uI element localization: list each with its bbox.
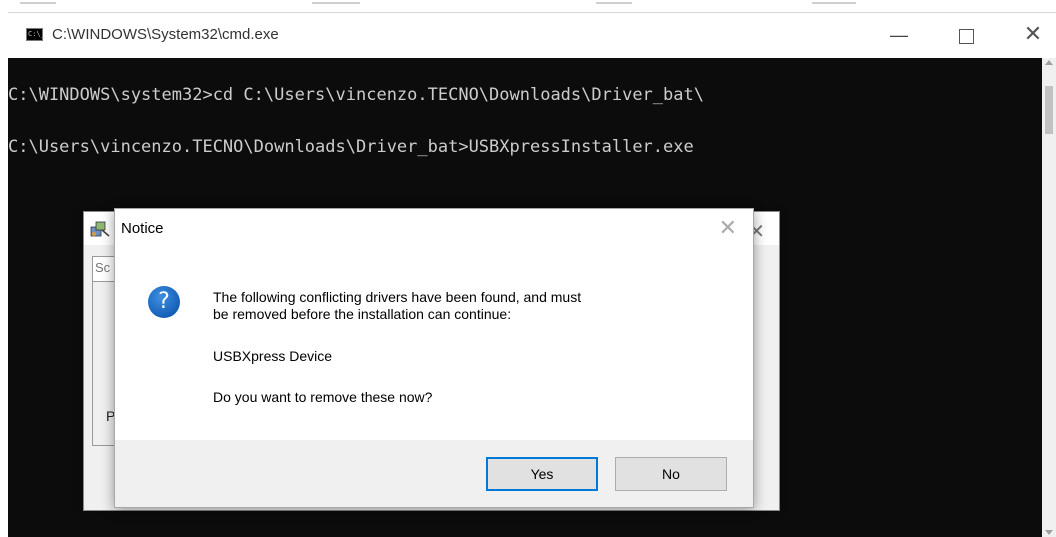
background-decoration <box>812 2 856 4</box>
notice-title: Notice <box>121 220 164 237</box>
scroll-up-icon[interactable] <box>1045 60 1053 65</box>
console-line: C:\Users\vincenzo.TECNO\Downloads\Driver… <box>8 137 694 157</box>
installer-icon <box>90 221 110 237</box>
notice-message: The following conflicting drivers have b… <box>213 289 582 322</box>
driver-name: USBXpress Device <box>213 348 333 364</box>
maximize-button[interactable] <box>943 13 989 59</box>
close-button[interactable]: ✕ <box>1010 13 1056 59</box>
cmd-titlebar[interactable]: C:\_ C:\WINDOWS\System32\cmd.exe — ✕ <box>8 12 1056 58</box>
cmd-icon: C:\_ <box>26 28 45 41</box>
maximize-icon <box>958 29 974 44</box>
console-scrollbar[interactable] <box>1042 58 1056 537</box>
background-decoration <box>20 2 56 4</box>
dialog-button-row: Yes No <box>115 440 753 507</box>
background-decoration <box>596 2 632 4</box>
minimize-button[interactable]: — <box>876 13 922 59</box>
scroll-down-icon[interactable] <box>1045 530 1053 535</box>
background-app-strip <box>0 0 1056 10</box>
background-decoration <box>312 2 360 4</box>
no-button[interactable]: No <box>615 457 727 491</box>
notice-dialog: Notice ✕ ? The following conflicting dri… <box>114 208 754 508</box>
question-icon: ? <box>148 286 180 318</box>
scrollbar-thumb[interactable] <box>1045 86 1053 134</box>
console-line: C:\WINDOWS\system32>cd C:\Users\vincenzo… <box>8 85 704 105</box>
yes-button[interactable]: Yes <box>486 457 598 491</box>
notice-question: Do you want to remove these now? <box>213 389 433 405</box>
notice-titlebar[interactable]: Notice ✕ <box>115 209 753 249</box>
cmd-window-title: C:\WINDOWS\System32\cmd.exe <box>52 26 279 43</box>
notice-close-button[interactable]: ✕ <box>719 215 737 241</box>
